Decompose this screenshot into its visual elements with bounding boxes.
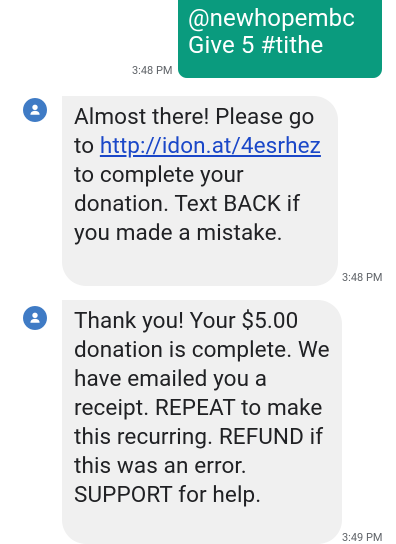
person-icon (30, 104, 40, 115)
person-icon (30, 312, 40, 323)
message-timestamp: 3:48 PM (132, 64, 173, 77)
message-timestamp: 3:48 PM (342, 271, 383, 284)
incoming-message-bubble[interactable]: Almost there! Please go to http://idon.a… (62, 96, 338, 286)
message-timestamp: 3:49 PM (342, 531, 383, 544)
incoming-message-text: Almost there! Please go to http://idon.a… (74, 103, 326, 248)
sender-avatar[interactable] (23, 306, 47, 330)
outgoing-message-text: @newhopembc Give 5 #tithe (188, 4, 355, 59)
message-text-after-link: to complete your donation. Text BACK if … (74, 162, 301, 246)
message-thread[interactable]: @newhopembc Give 5 #tithe 3:48 PM Almost… (0, 0, 396, 544)
sender-avatar[interactable] (23, 98, 47, 122)
outgoing-message-bubble[interactable]: @newhopembc Give 5 #tithe (178, 0, 382, 78)
incoming-message-bubble[interactable]: Thank you! Your $5.00 donation is comple… (62, 300, 342, 544)
donation-link[interactable]: http://idon.at/4esrhez (100, 133, 321, 159)
incoming-message-text: Thank you! Your $5.00 donation is comple… (74, 308, 330, 508)
